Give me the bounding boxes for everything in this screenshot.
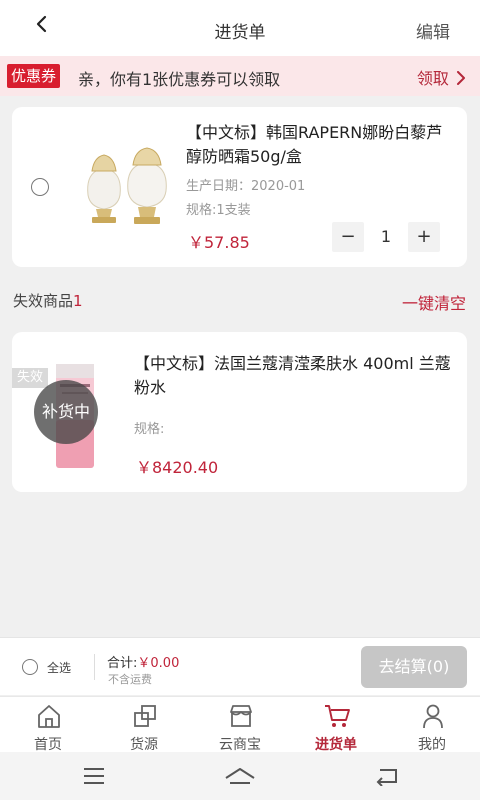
item-select-checkbox[interactable] — [31, 178, 49, 196]
tab-label: 我的 — [418, 737, 446, 753]
select-all-label[interactable]: 全选 — [47, 659, 71, 676]
claim-label: 领取 — [416, 69, 449, 88]
edit-button[interactable]: 编辑 — [416, 18, 450, 43]
coupon-text: 亲，你有1张优惠券可以领取 — [78, 70, 281, 89]
clear-invalid-button[interactable]: 一键清空 — [402, 290, 466, 314]
product-image[interactable] — [78, 147, 174, 231]
total-price: 合计:￥0.00 — [107, 652, 179, 671]
invalid-items-count: 1 — [73, 292, 83, 310]
decrease-quantity-button[interactable]: − — [332, 222, 364, 252]
total-amount: ￥0.00 — [137, 656, 180, 671]
chevron-right-icon — [456, 68, 466, 89]
coupon-banner[interactable]: 优惠券 亲，你有1张优惠券可以领取 领取 — [0, 56, 480, 96]
invalid-item-card: 失效 补货中 【中文标】法国兰蔻清滢柔肤水 400ml 兰蔻粉水 规格: ￥84… — [12, 332, 467, 492]
select-all-checkbox[interactable] — [22, 659, 38, 675]
total-label: 合计: — [107, 656, 138, 671]
product-price: ￥8420.40 — [136, 458, 219, 477]
tab-source[interactable]: 货源 — [96, 697, 192, 753]
product-name[interactable]: 【中文标】法国兰蔻清滢柔肤水 400ml 兰蔻粉水 — [134, 352, 456, 400]
product-price: ￥57.85 — [188, 233, 250, 252]
shipping-note: 不含运费 — [108, 673, 152, 686]
menu-icon[interactable] — [82, 766, 106, 790]
tab-label: 首页 — [34, 737, 62, 753]
product-spec: 规格:1支装 — [186, 203, 251, 218]
increase-quantity-button[interactable]: + — [408, 222, 440, 252]
coupon-badge: 优惠券 — [7, 64, 61, 88]
tab-store[interactable]: 云商宝 — [192, 697, 288, 753]
source-icon — [134, 705, 156, 727]
production-date: 生产日期：2020-01 — [186, 179, 306, 194]
store-icon — [230, 705, 252, 727]
quantity-stepper: − 1 + — [332, 222, 440, 252]
home-icon — [38, 705, 60, 728]
system-nav-bar — [0, 752, 480, 800]
divider — [94, 654, 95, 680]
quantity-value[interactable]: 1 — [364, 222, 408, 252]
bottom-tab-bar: 首页 货源 云商宝 进货单 我的 — [0, 696, 480, 753]
tab-label: 云商宝 — [219, 737, 261, 753]
tab-cart[interactable]: 进货单 — [288, 697, 384, 753]
tab-mine[interactable]: 我的 — [384, 697, 480, 753]
tab-home[interactable]: 首页 — [0, 697, 96, 753]
home-button-icon[interactable] — [224, 766, 256, 790]
checkout-button[interactable]: 去结算(0) — [361, 646, 467, 688]
cart-icon — [325, 705, 350, 727]
restock-badge: 补货中 — [34, 380, 98, 444]
user-icon — [423, 704, 443, 729]
invalid-items-header: 失效商品1 — [13, 290, 83, 311]
checkout-bar: 全选 合计:￥0.00 不含运费 去结算(0) — [0, 637, 480, 695]
cart-item-card: 【中文标】韩国RAPERN娜盼白藜芦醇防晒霜50g/盒 生产日期：2020-01… — [12, 107, 467, 267]
invalid-items-label: 失效商品 — [13, 292, 74, 310]
tab-label: 进货单 — [315, 737, 357, 753]
claim-coupon-button[interactable]: 领取 — [417, 65, 466, 89]
top-navbar: 进货单 编辑 — [0, 0, 480, 56]
expired-tag: 失效 — [12, 368, 48, 388]
page-title: 进货单 — [214, 23, 266, 43]
product-name[interactable]: 【中文标】韩国RAPERN娜盼白藜芦醇防晒霜50g/盒 — [186, 121, 454, 169]
back-button-icon[interactable] — [374, 766, 400, 790]
product-spec: 规格: — [134, 422, 165, 437]
tab-label: 货源 — [130, 737, 158, 753]
